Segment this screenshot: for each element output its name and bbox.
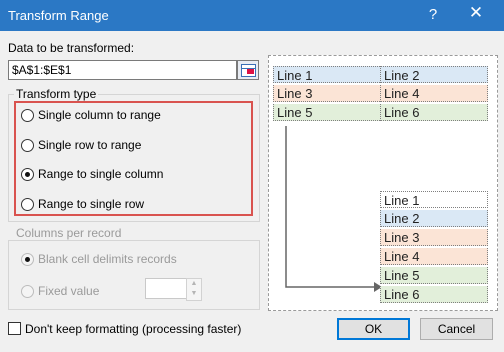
radio-label-blank-cell-delimits[interactable]: Blank cell delimits records — [38, 252, 177, 266]
radio-blank-cell-delimits[interactable] — [21, 253, 34, 266]
columns-per-record-legend: Columns per record — [14, 226, 124, 240]
radio-label-range-to-single-column[interactable]: Range to single column — [38, 167, 163, 181]
dialog-titlebar: Transform Range ? ✕ — [0, 0, 504, 31]
radio-label-single-column-to-range[interactable]: Single column to range — [38, 108, 161, 122]
radio-single-column-to-range[interactable] — [21, 109, 34, 122]
cancel-button[interactable]: Cancel — [420, 318, 493, 340]
range-select-button[interactable] — [237, 60, 259, 80]
dialog-title: Transform Range — [8, 8, 109, 23]
radio-fixed-value[interactable] — [21, 285, 34, 298]
help-icon[interactable]: ? — [425, 6, 441, 23]
radio-label-range-to-single-row[interactable]: Range to single row — [38, 197, 144, 211]
dont-keep-formatting-label[interactable]: Don't keep formatting (processing faster… — [25, 322, 241, 336]
data-to-transform-label: Data to be transformed: — [8, 41, 135, 55]
radio-label-single-row-to-range[interactable]: Single row to range — [38, 138, 141, 152]
preview-cell: Line 5 — [380, 267, 488, 284]
spin-up-icon[interactable]: ▲ — [189, 279, 199, 288]
spin-down-icon[interactable]: ▼ — [189, 289, 199, 298]
preview-cell: Line 1 — [380, 191, 488, 208]
radio-range-to-single-row[interactable] — [21, 198, 34, 211]
range-input[interactable]: $A$1:$E$1 — [8, 60, 237, 80]
preview-cell: Line 4 — [380, 248, 488, 265]
preview-cell: Line 2 — [380, 210, 488, 227]
close-icon[interactable]: ✕ — [464, 3, 488, 23]
radio-range-to-single-column[interactable] — [21, 168, 34, 181]
fixed-value-input[interactable] — [145, 278, 187, 299]
range-input-value: $A$1:$E$1 — [12, 63, 72, 77]
fixed-value-spinner[interactable]: ▲ ▼ — [186, 278, 202, 301]
radio-label-fixed-value[interactable]: Fixed value — [38, 284, 99, 298]
preview-cell: Line 6 — [380, 286, 488, 303]
transform-type-legend: Transform type — [14, 87, 99, 101]
dont-keep-formatting-checkbox[interactable] — [8, 322, 21, 335]
radio-single-row-to-range[interactable] — [21, 139, 34, 152]
transform-preview: Line 1 Line 2 Line 3 Line 4 Line 5 Line … — [268, 55, 498, 311]
preview-cell: Line 3 — [380, 229, 488, 246]
columns-per-record-group — [8, 240, 260, 310]
range-select-icon-marker — [247, 69, 254, 74]
ok-button[interactable]: OK — [337, 318, 410, 340]
